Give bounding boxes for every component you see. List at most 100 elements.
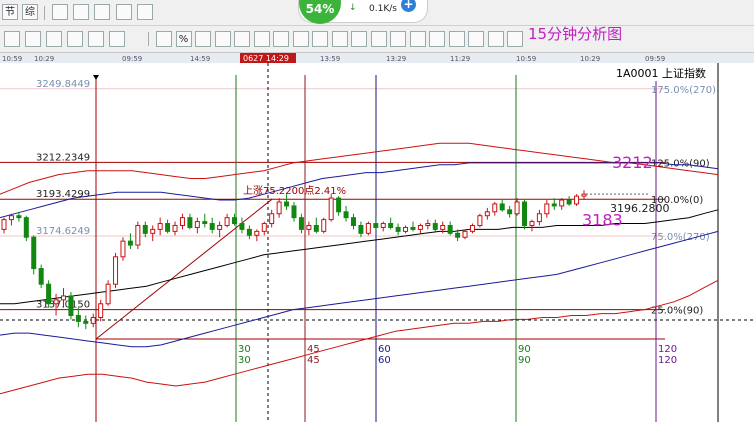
- cycle-line-label: 30: [238, 344, 251, 355]
- car-icon[interactable]: [137, 4, 153, 20]
- candle-body: [8, 215, 14, 221]
- fan-tool-icon[interactable]: [109, 31, 125, 47]
- circle-tool-icon[interactable]: [253, 31, 270, 47]
- overview-button[interactable]: 综: [22, 4, 38, 20]
- drawing-toolbar: %: [0, 26, 754, 53]
- export-icon[interactable]: [116, 4, 132, 20]
- price-chart[interactable]: 10:5910:2909:5914:5914:2913:5913:2911:29…: [0, 53, 754, 422]
- candle-body: [536, 213, 542, 223]
- candle-body: [566, 199, 572, 205]
- cycle-line-label: 120: [658, 344, 677, 355]
- bar-tool-icon[interactable]: [156, 31, 172, 47]
- index-label: 1A0001 上证指数: [614, 65, 709, 81]
- box-tool-icon[interactable]: [88, 31, 104, 47]
- date-axis-label: 14:59: [190, 55, 210, 63]
- candle-body: [1, 219, 7, 230]
- candle-body: [373, 223, 379, 228]
- candle-body: [298, 217, 304, 230]
- grid-chart-icon[interactable]: [73, 4, 89, 20]
- cycle-line-label: 45: [307, 355, 320, 366]
- candle-body: [16, 215, 22, 219]
- candle-body: [551, 203, 557, 207]
- candle-body: [135, 224, 141, 246]
- cycle-line-label: 60: [378, 355, 391, 366]
- download-arrow-icon: ↓: [349, 3, 357, 13]
- candle-body: [492, 203, 498, 213]
- candle-body: [23, 217, 29, 238]
- candle-body: [403, 226, 409, 232]
- candle-body: [46, 283, 52, 305]
- date-axis-label: 09:59: [645, 55, 665, 63]
- ray-tool-icon[interactable]: [487, 31, 504, 47]
- candle-body: [239, 223, 245, 230]
- select-tool-icon[interactable]: [4, 31, 20, 47]
- candle-body: [254, 230, 260, 236]
- grid-tool-icon[interactable]: [67, 31, 83, 47]
- date-axis-label: 10:59: [516, 55, 536, 63]
- percent-tool-icon[interactable]: [195, 31, 211, 47]
- fib-tool-icon[interactable]: [312, 31, 328, 47]
- time-tool-icon[interactable]: [448, 31, 465, 47]
- price-level-label: 3193.4299: [36, 189, 90, 200]
- date-highlight-label: 0627 14:29: [243, 54, 289, 63]
- wave-tool-icon[interactable]: [46, 31, 62, 47]
- candle-body: [98, 303, 104, 318]
- section-button[interactable]: 节: [2, 4, 18, 20]
- gann-tool-icon[interactable]: [331, 31, 348, 47]
- candle-body: [455, 232, 461, 238]
- fib-ratio-label: 175.0%(270): [651, 85, 716, 96]
- erase-tool-icon[interactable]: [507, 31, 523, 47]
- candle-body: [179, 217, 185, 226]
- cycle-line-label: 90: [518, 344, 531, 355]
- candle-body: [202, 221, 208, 225]
- ratio-tool-icon[interactable]: %: [175, 31, 192, 47]
- candle-body: [544, 203, 550, 215]
- candle-body: [484, 211, 490, 217]
- angle-tool-icon[interactable]: [351, 31, 367, 47]
- candle-body: [343, 211, 349, 219]
- fib-ratio-label: 25.0%(90): [651, 306, 703, 317]
- candle-body: [380, 223, 386, 228]
- candle-body: [306, 224, 312, 230]
- candle-body: [90, 316, 96, 324]
- candle-body: [529, 221, 535, 226]
- candle-body: [150, 228, 156, 234]
- candle-body: [224, 217, 230, 226]
- candle-body: [187, 217, 193, 228]
- candle-body: [165, 223, 171, 232]
- speed-tool-icon[interactable]: [409, 31, 426, 47]
- price-level-label: 3249.8449: [36, 79, 90, 90]
- calendar-icon[interactable]: [52, 4, 68, 20]
- candle-body: [477, 215, 483, 226]
- candle-body: [291, 205, 297, 219]
- hand-note-label: 3212: [612, 153, 653, 172]
- date-axis-label: 10:29: [34, 55, 54, 63]
- mark-tool-icon[interactable]: [234, 31, 250, 47]
- candle-body: [38, 268, 44, 285]
- date-axis-label: 13:29: [386, 55, 406, 63]
- channel-tool-icon[interactable]: [370, 31, 387, 47]
- arc-tool-icon[interactable]: [390, 31, 406, 47]
- candle-body: [83, 320, 89, 324]
- candle-body: [507, 209, 513, 215]
- candle-body: [105, 283, 111, 305]
- candle-body: [358, 224, 364, 234]
- line-tool-icon[interactable]: [25, 31, 41, 47]
- band-tool-icon[interactable]: [429, 31, 445, 47]
- text-tool-icon[interactable]: [292, 31, 309, 47]
- candle-body: [313, 224, 319, 232]
- date-axis-label: 10:29: [580, 55, 600, 63]
- save-icon[interactable]: [94, 4, 110, 20]
- candle-body: [432, 223, 438, 230]
- candle-body: [232, 217, 238, 225]
- speed-expand-button[interactable]: +: [401, 0, 416, 12]
- candle-body: [31, 236, 37, 270]
- speed-percent-gauge: 54%: [299, 0, 341, 24]
- cycle-tool-icon[interactable]: [214, 31, 231, 47]
- golden-tool-icon[interactable]: [273, 31, 289, 47]
- candle-body: [60, 295, 66, 301]
- speed-rate-text: 0.1K/s: [369, 4, 397, 14]
- candle-body: [261, 223, 267, 232]
- candle-body: [499, 203, 505, 211]
- fork-tool-icon[interactable]: [468, 31, 484, 47]
